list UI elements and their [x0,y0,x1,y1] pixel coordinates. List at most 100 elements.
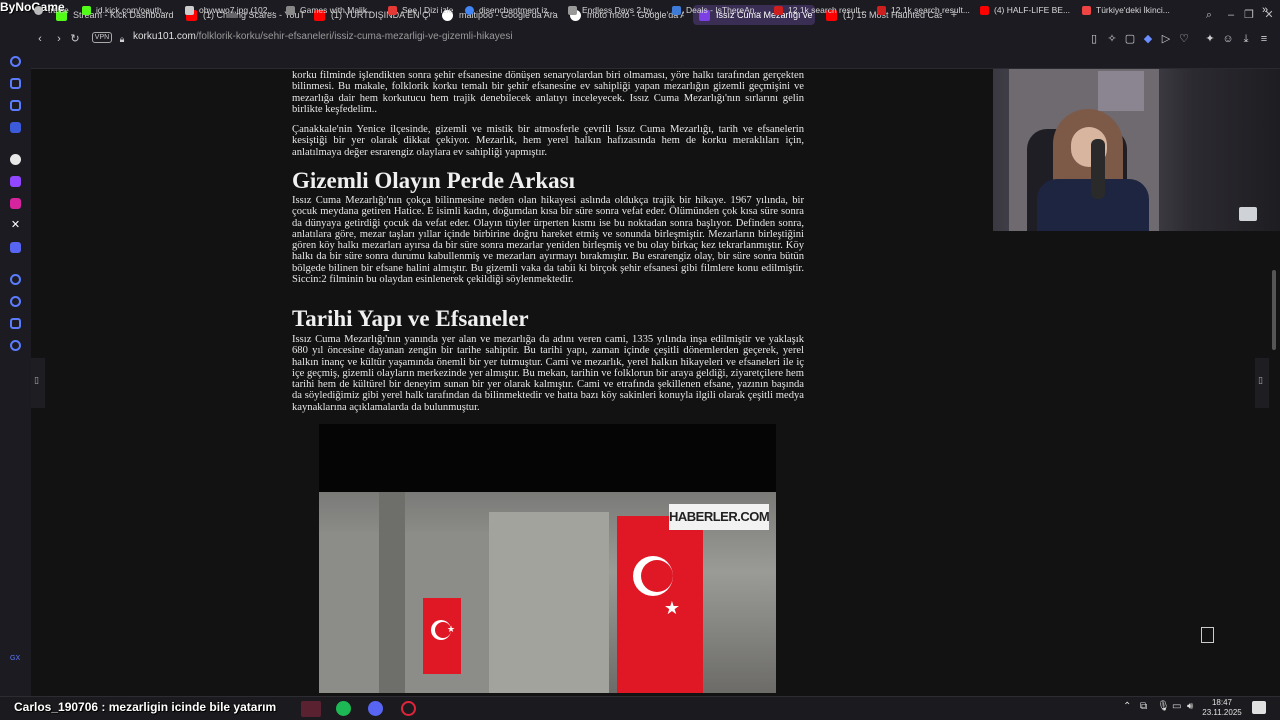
sidebar-toggle-icon[interactable]: ▯ [1086,31,1102,47]
beam-shape [379,492,405,693]
tray-app-icon[interactable]: ⧉ [1140,701,1147,712]
bookmark-item[interactable]: travle [34,3,69,17]
article-paragraph: Çanakkale'nin Yenice ilçesinde, gizemli … [292,124,804,158]
download-icon[interactable]: ⤓ [1238,31,1254,47]
youtube-icon [980,5,989,15]
site-icon [877,5,886,15]
player-icon[interactable] [10,274,21,285]
poster-shape [1098,71,1144,111]
vpn-badge[interactable]: VPN [92,32,112,43]
turkish-flag-small: ★ [423,598,461,674]
messenger-icon[interactable] [10,122,21,133]
bookmark-icon[interactable]: ✧ [1104,31,1120,47]
speed-dial-icon[interactable] [10,56,21,67]
crescent-cutout [641,560,673,592]
chat-overlay-message: Carlos_190706 : mezarligin icinde bile y… [14,700,277,714]
turkish-flag-large: ★ [617,516,703,693]
bookmark-item[interactable]: 12.1k search result... [774,3,867,17]
bookmark-label: Türkiye'deki İkinci... [1096,5,1170,15]
microphone-icon[interactable]: 🎙︎ [1157,701,1170,712]
network-icon[interactable]: ▭ [1172,701,1181,712]
forward-icon[interactable]: › [51,31,67,47]
play-icon [388,5,397,15]
bookmark-label: 12.1k search result... [788,5,867,15]
minimize-icon[interactable]: – [1224,8,1238,22]
url-path: /folklorik-korku/sehir-efsaneleri/issiz-… [195,31,513,42]
address-bar[interactable]: korku101.com/folklorik-korku/sehir-efsan… [133,31,513,42]
scrollbar-thumb[interactable] [1272,270,1276,350]
menu-icon[interactable]: ≡ [1256,31,1272,47]
building-shape [319,532,499,693]
bookmark-item[interactable]: Türkiye'deki İkinci... [1082,3,1170,17]
opera-gx-icon[interactable] [401,701,416,716]
clock-date: 23.11.2025 [1202,708,1242,717]
star-icon: ★ [663,598,681,618]
discord-icon[interactable] [10,242,21,253]
article-paragraph: Issız Cuma Mezarlığı'nın çokça bilinmesi… [292,195,804,286]
extensions-side-icon[interactable] [10,318,21,329]
video-frame: ★ ★ HABERLER.COM [319,492,776,693]
heart-icon[interactable]: ♡ [1176,31,1192,47]
more-bookmarks-icon[interactable]: » [1262,3,1268,17]
bookmark-item[interactable]: (4) HALF-LIFE BE... [980,3,1070,17]
google-icon [465,5,474,15]
bookmark-item[interactable]: Games with Malik... [286,3,374,17]
notification-icon[interactable] [1252,701,1266,714]
history-icon[interactable] [10,296,21,307]
gx-label: GX [10,655,21,662]
bookmark-label: See | Dizi izle [402,5,454,15]
bookmark-label: Games with Malik... [300,5,375,15]
side-panel: ✕ GX [0,49,31,696]
extensions-icon[interactable]: ✦ [1202,31,1218,47]
reload-icon[interactable]: ↻ [67,31,83,47]
bookmark-item[interactable]: obywwo7.jpg (102... [185,3,275,17]
chevron-left-icon: ▯ [34,375,39,385]
bookmark-item[interactable]: disenchantment iz... [465,3,555,17]
bookmark-label: obywwo7.jpg (102... [199,5,275,15]
maximize-icon[interactable]: ❐ [1242,8,1256,22]
system-clock[interactable]: 18:47 23.11.2025 [1200,698,1244,718]
tiktok-icon[interactable] [10,154,21,165]
wall-shape [489,512,609,693]
microphone-shape [1091,139,1105,199]
bookmark-item[interactable]: id.kick.com/oauth... [82,3,169,17]
chevron-right-icon: ▯ [1258,375,1263,385]
site-icon [286,5,295,15]
bookmark-item[interactable]: 12.1k search result... [877,3,970,17]
x-icon[interactable]: ✕ [10,220,21,231]
bookmark-label: disenchantment iz... [479,5,555,15]
shield-icon[interactable]: ◆ [1140,31,1156,47]
twitch-icon[interactable] [10,176,21,187]
discord-taskbar-icon[interactable] [368,701,383,716]
bookmark-label: Endless Days 2 by... [582,5,659,15]
wallet-icon[interactable] [10,100,21,111]
lock-icon: 🔒︎ [119,34,125,44]
article-paragraph: Issız Cuma Mezarlığı'nın yanında yer ala… [292,334,804,413]
bookmark-label: travle [48,5,69,15]
bookmark-item[interactable]: See | Dizi izle [388,3,453,17]
section-heading: Tarihi Yapı ve Efsaneler [292,306,529,331]
star-icon: ★ [446,624,456,634]
snapshot-icon[interactable]: ▢ [1122,31,1138,47]
clock-time: 18:47 [1211,698,1233,707]
volume-icon[interactable]: 🔊︎ [1187,701,1193,712]
file-icon [185,5,194,15]
instagram-icon[interactable] [10,198,21,209]
bookmark-label: Deals - IsThereAn... [686,5,762,15]
back-icon[interactable]: ‹ [32,31,48,47]
settings-icon[interactable] [10,340,21,351]
video-player[interactable]: ★ ★ HABERLER.COM [319,424,776,693]
spotify-icon[interactable] [336,701,351,716]
profile-icon[interactable]: ☺ [1220,31,1236,47]
bookmark-label: (4) HALF-LIFE BE... [994,5,1071,15]
play-icon[interactable]: ▷ [1158,31,1174,47]
tag-icon [672,5,681,15]
cup-shape [1239,207,1257,221]
tray-chevron-icon[interactable]: ⌃ [1123,701,1131,712]
globe-icon [34,5,43,15]
bookmark-item[interactable]: Deals - IsThereAn... [672,3,762,17]
bookmark-item[interactable]: Endless Days 2 by... [568,3,659,17]
search-tabs-icon[interactable]: ⌕ [1202,8,1216,22]
stream-app-icon[interactable] [301,701,321,717]
news-icon[interactable] [10,78,21,89]
